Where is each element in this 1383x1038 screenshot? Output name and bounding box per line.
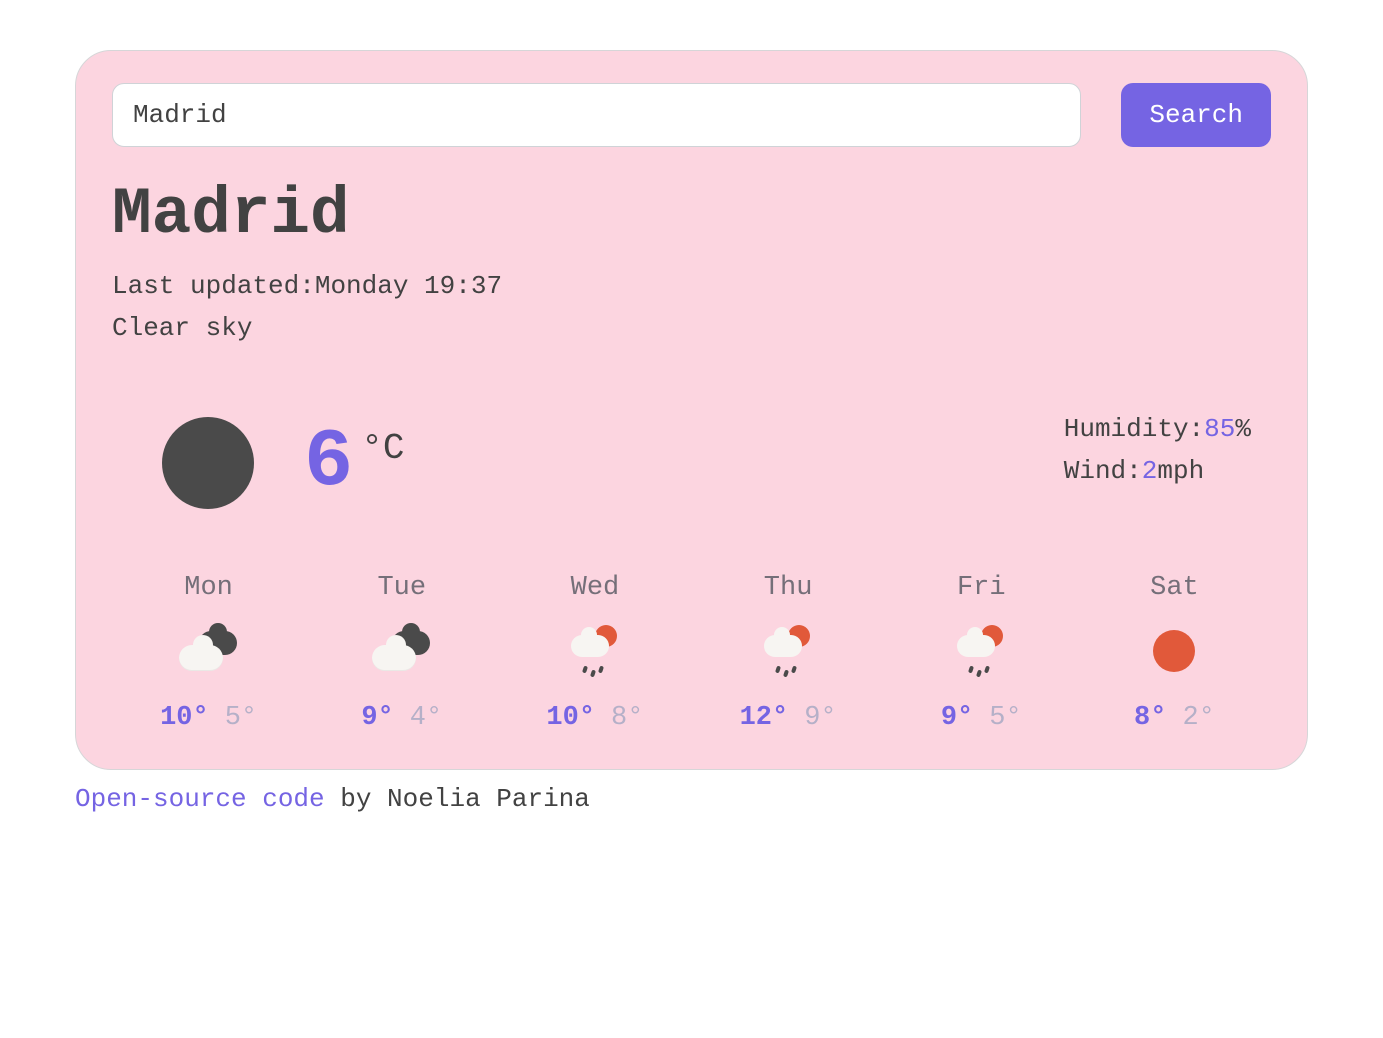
forecast-day-label: Wed [498,573,691,603]
search-row: Search [112,83,1271,147]
forecast-hi: 12° [740,703,789,733]
humidity-suffix: % [1235,414,1251,444]
forecast-day: Mon 10° 5° [112,573,305,733]
temperature-block: 6 °C [304,422,404,504]
moon-icon [162,417,254,509]
temperature-value: 6 [304,422,353,504]
forecast-lo: 9° [804,703,836,733]
forecast-lo: 4° [410,703,442,733]
showers-icon [498,623,691,679]
forecast-day: Tue 9° 4° [305,573,498,733]
forecast-hi: 9° [941,703,973,733]
wind-suffix: mph [1157,456,1204,486]
forecast-row: Mon 10° 5° Tue 9° 4° Wed 10° 8° Thu 12° 9° F… [112,573,1271,733]
city-search-input[interactable] [112,83,1081,147]
showers-icon [692,623,885,679]
forecast-day: Thu 12° 9° [692,573,885,733]
weather-card: Search Madrid Last updated:Monday 19:37 … [75,50,1308,770]
footer: Open-source code by Noelia Parina [75,784,1308,814]
forecast-lo: 8° [611,703,643,733]
humidity-value: 85 [1204,414,1235,444]
forecast-day: Fri 9° 5° [885,573,1078,733]
author-text: by Noelia Parina [325,784,590,814]
forecast-day-label: Mon [112,573,305,603]
wind-label: Wind: [1064,456,1142,486]
forecast-lo: 5° [225,703,257,733]
forecast-hi: 10° [546,703,595,733]
search-button[interactable]: Search [1121,83,1271,147]
clouds-icon [305,623,498,679]
forecast-day: Sat 8° 2° [1078,573,1271,733]
current-left: 6 °C [112,417,1064,509]
current-row: 6 °C Humidity:85% Wind:2mph [112,417,1271,509]
forecast-hi: 10° [160,703,209,733]
forecast-day: Wed 10° 8° [498,573,691,733]
forecast-day-label: Fri [885,573,1078,603]
clouds-icon [112,623,305,679]
source-code-link[interactable]: Open-source code [75,784,325,814]
last-updated-value: Monday 19:37 [315,271,502,301]
forecast-hi: 9° [361,703,393,733]
temperature-unit: °C [361,428,404,469]
forecast-hi: 8° [1134,703,1166,733]
forecast-day-label: Tue [305,573,498,603]
humidity-label: Humidity: [1064,414,1204,444]
last-updated-label: Last updated: [112,271,315,301]
current-details: Humidity:85% Wind:2mph [1064,409,1271,509]
condition-text: Clear sky [112,308,1271,350]
forecast-day-label: Thu [692,573,885,603]
wind-value: 2 [1142,456,1158,486]
city-heading: Madrid [112,177,1271,252]
meta-block: Last updated:Monday 19:37 Clear sky [112,266,1271,349]
sun-icon [1078,623,1271,679]
forecast-lo: 2° [1182,703,1214,733]
forecast-lo: 5° [989,703,1021,733]
showers-icon [885,623,1078,679]
forecast-day-label: Sat [1078,573,1271,603]
